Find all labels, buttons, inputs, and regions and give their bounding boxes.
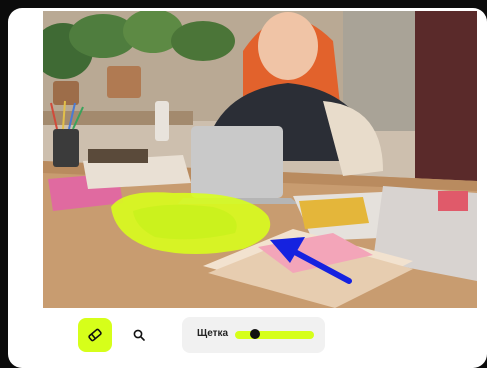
zoom-button[interactable] xyxy=(122,318,156,352)
photo-canvas[interactable] xyxy=(43,11,477,308)
edited-photo[interactable] xyxy=(43,11,477,308)
search-icon xyxy=(133,329,145,341)
brush-size-panel: Щетка xyxy=(182,317,325,353)
editor-toolbar: Щетка xyxy=(78,314,358,358)
slider-thumb[interactable] xyxy=(249,329,260,339)
eraser-icon xyxy=(88,328,102,342)
eraser-button[interactable] xyxy=(78,318,112,352)
editor-card: Щетка xyxy=(8,8,487,368)
brush-label: Щетка xyxy=(197,328,229,339)
brush-size-slider[interactable] xyxy=(235,329,314,339)
